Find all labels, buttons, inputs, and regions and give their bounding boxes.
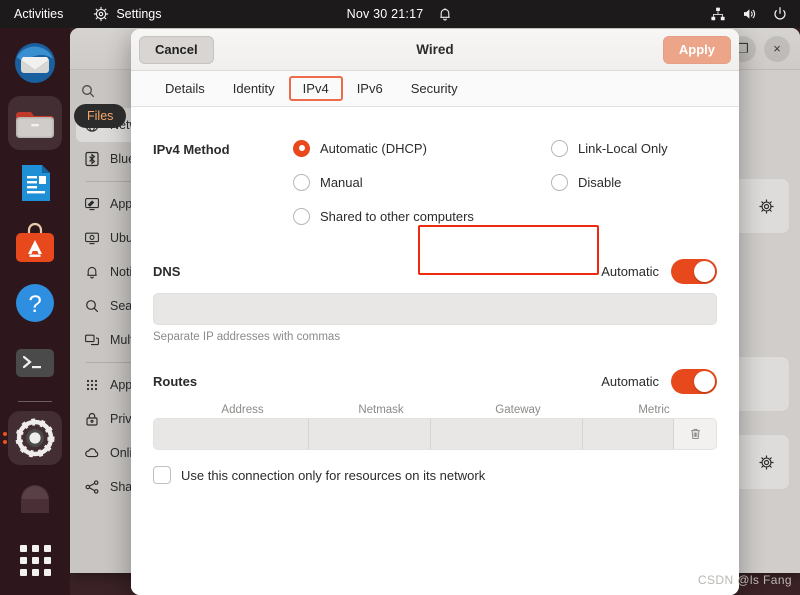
tab-security[interactable]: Security [397, 77, 472, 100]
apply-button[interactable]: Apply [662, 35, 731, 64]
routes-cell-metric[interactable] [583, 419, 673, 449]
dock-item-libreoffice[interactable] [8, 156, 62, 210]
appearance-icon [85, 198, 99, 211]
watermark: CSDN @ls Fang [697, 573, 792, 587]
routes-cell-netmask[interactable] [309, 419, 431, 449]
routes-automatic-toggle[interactable] [671, 369, 717, 394]
routes-cell-gateway[interactable] [431, 419, 583, 449]
tab-details[interactable]: Details [151, 77, 219, 100]
dns-section-header: DNS Automatic [153, 259, 717, 284]
gear-icon[interactable] [758, 454, 775, 471]
restrict-connection-checkbox-row[interactable]: Use this connection only for resources o… [153, 466, 717, 484]
activities-button[interactable]: Activities [14, 7, 63, 21]
radio-label: Manual [320, 174, 363, 190]
dock-tooltip: Files [74, 104, 127, 128]
routes-delete-button[interactable] [673, 419, 716, 449]
radio-label: Disable [578, 174, 622, 190]
radio-automatic-dhcp[interactable]: Automatic (DHCP) [293, 131, 551, 165]
dialog-tabs: Details Identity IPv4 IPv6 Security [131, 71, 739, 107]
cloud-icon [85, 448, 99, 458]
radio-indicator[interactable] [293, 173, 310, 191]
radio-indicator[interactable] [551, 173, 568, 191]
dock-item-settings[interactable] [3, 411, 62, 465]
trash-icon [690, 428, 700, 439]
radio-label: Shared to other computers [320, 208, 474, 224]
toggle-knob [694, 371, 715, 392]
bell-icon [437, 6, 453, 22]
ipv4-method-column-1: Automatic (DHCP) Manual Shared to other … [293, 131, 551, 233]
system-tray[interactable] [710, 6, 788, 22]
gear-icon[interactable] [758, 198, 775, 215]
svg-text:?: ? [28, 291, 41, 318]
desktop-screen: Activities Settings Nov 30 21:17 ? ❐ × S… [0, 0, 800, 595]
dns-automatic-label: Automatic [601, 264, 659, 279]
power-icon[interactable] [772, 6, 788, 22]
radio-indicator[interactable] [293, 139, 310, 157]
routes-table-header: Address Netmask Gateway Metric [153, 404, 717, 416]
routes-cell-address[interactable] [154, 419, 309, 449]
top-bar: Activities Settings Nov 30 21:17 [0, 0, 800, 28]
dock: ? [0, 28, 70, 595]
dialog-title: Wired [416, 42, 454, 57]
cancel-button[interactable]: Cancel [139, 35, 214, 64]
dns-hint: Separate IP addresses with commas [153, 331, 341, 343]
ubuntu-desktop-icon [85, 232, 99, 245]
routes-section-header: Routes Automatic [153, 369, 717, 394]
multitasking-icon [85, 334, 99, 346]
network-wired-icon[interactable] [710, 6, 726, 22]
routes-column-netmask: Netmask [358, 404, 404, 416]
radio-indicator[interactable] [293, 207, 310, 225]
radio-link-local-only[interactable]: Link-Local Only [551, 131, 668, 165]
search-icon [82, 84, 95, 97]
ipv4-method-block: IPv4 Method Automatic (DHCP) Manual Shar… [153, 131, 717, 233]
dock-item-thunderbird[interactable] [8, 36, 62, 90]
radio-label: Link-Local Only [578, 140, 668, 156]
dns-title: DNS [153, 264, 181, 279]
routes-title: Routes [153, 374, 198, 389]
radio-disable[interactable]: Disable [551, 165, 668, 199]
radio-indicator[interactable] [551, 139, 568, 157]
radio-shared-to-other-computers[interactable]: Shared to other computers [293, 199, 551, 233]
bell-icon [87, 266, 97, 279]
app-menu-label: Settings [116, 7, 162, 21]
routes-automatic-label: Automatic [601, 374, 659, 389]
bluetooth-icon [85, 151, 99, 167]
table-row [153, 418, 717, 450]
lock-icon [86, 412, 98, 426]
clock-datetime: Nov 30 21:17 [346, 7, 424, 21]
gear-icon [93, 6, 109, 22]
ipv4-method-label: IPv4 Method [153, 142, 230, 157]
dock-item-help[interactable]: ? [8, 276, 62, 330]
tab-identity[interactable]: Identity [219, 77, 289, 100]
tab-ipv4[interactable]: IPv4 [288, 76, 343, 101]
radio-label: Automatic (DHCP) [320, 140, 427, 156]
ipv4-method-column-2: Link-Local Only Disable [551, 131, 668, 233]
dns-automatic-toggle[interactable] [671, 259, 717, 284]
routes-column-gateway: Gateway [495, 404, 541, 416]
search-icon [86, 300, 98, 312]
apps-grid-icon [86, 379, 98, 391]
routes-column-metric: Metric [638, 404, 670, 416]
volume-icon[interactable] [741, 6, 757, 22]
dock-item-files[interactable] [8, 96, 62, 150]
toggle-knob [694, 261, 715, 282]
app-menu-button[interactable]: Settings [93, 6, 162, 22]
dock-item-ubuntu-software[interactable] [8, 216, 62, 270]
dialog-body: IPv4 Method Automatic (DHCP) Manual Shar… [131, 107, 739, 595]
restrict-connection-label: Use this connection only for resources o… [181, 467, 486, 483]
tab-ipv6[interactable]: IPv6 [343, 77, 397, 100]
share-icon [85, 480, 99, 494]
dock-divider [18, 401, 52, 402]
dock-item-trash[interactable] [8, 471, 62, 525]
dock-item-terminal[interactable] [8, 336, 62, 390]
routes-column-address: Address [221, 404, 264, 416]
wired-connection-dialog: Cancel Wired Apply Details Identity IPv4… [131, 29, 739, 595]
running-indicator-dots [3, 432, 7, 444]
radio-manual[interactable]: Manual [293, 165, 551, 199]
restrict-connection-checkbox[interactable] [153, 466, 171, 484]
dns-input[interactable] [153, 293, 717, 325]
close-button[interactable]: × [764, 35, 790, 62]
show-applications-button[interactable] [8, 533, 62, 587]
dialog-header: Cancel Wired Apply [131, 29, 739, 71]
